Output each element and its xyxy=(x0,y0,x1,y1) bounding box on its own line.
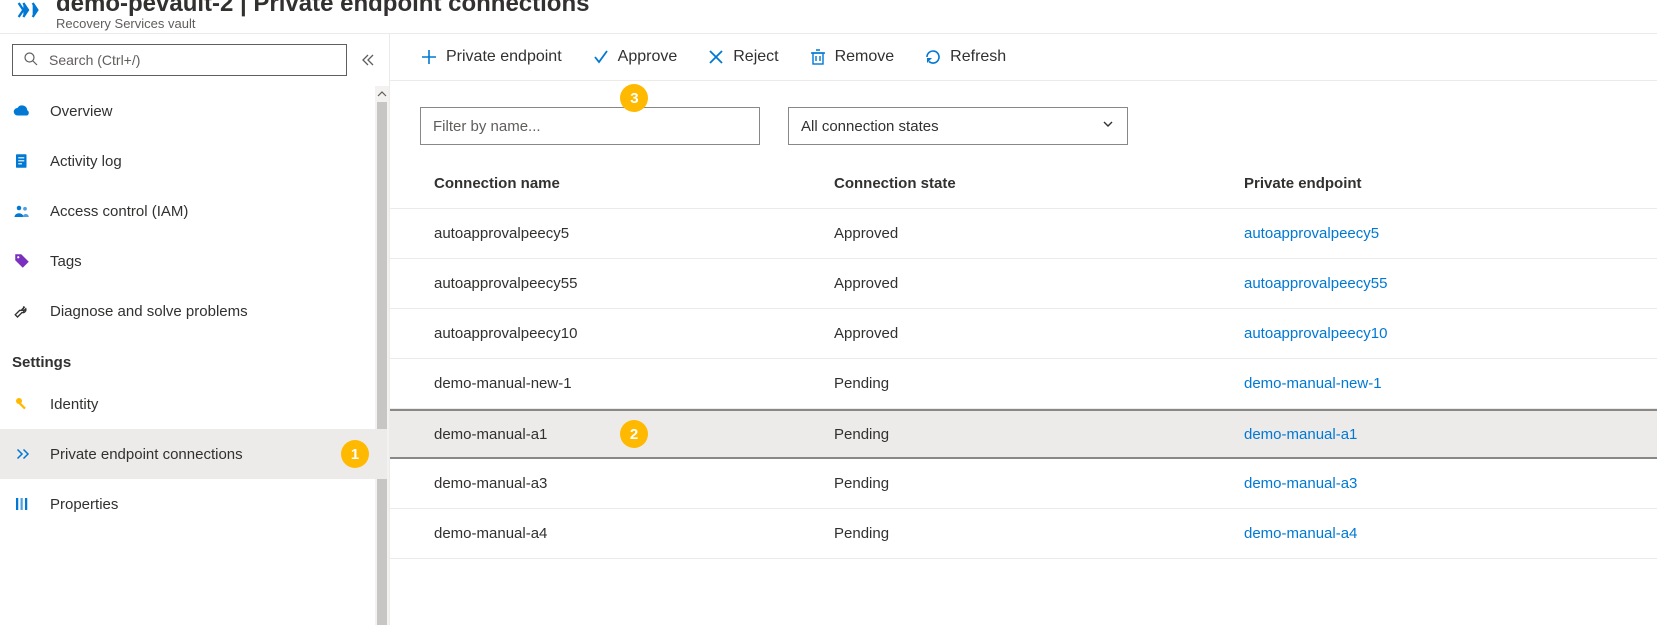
main-pane: Private endpoint Approve 3 Reject Remov xyxy=(390,34,1657,625)
sidebar-item-diagnose[interactable]: Diagnose and solve problems xyxy=(0,286,387,336)
cell-name: autoapprovalpeecy55 xyxy=(434,275,834,292)
toolbar: Private endpoint Approve 3 Reject Remov xyxy=(390,34,1657,81)
connection-state-select[interactable]: All connection states xyxy=(788,107,1128,145)
endpoint-link[interactable]: demo-manual-a1 xyxy=(1244,426,1627,443)
wrench-icon xyxy=(12,301,32,321)
callout-2: 2 xyxy=(620,420,648,448)
sidebar-item-label: Access control (IAM) xyxy=(50,203,188,220)
endpoint-link[interactable]: demo-manual-a4 xyxy=(1244,525,1627,542)
button-label: Approve xyxy=(618,48,678,66)
resource-icon xyxy=(12,0,44,26)
cell-state: Pending xyxy=(834,475,1244,492)
cell-state: Approved xyxy=(834,325,1244,342)
key-icon xyxy=(12,394,32,414)
button-label: Reject xyxy=(733,48,778,66)
log-icon xyxy=(12,151,32,171)
refresh-icon xyxy=(924,48,942,66)
sidebar-item-access-control[interactable]: Access control (IAM) xyxy=(0,186,387,236)
sidebar-item-properties[interactable]: Properties xyxy=(0,479,387,529)
filter-input[interactable] xyxy=(420,107,760,145)
page-subtitle: Recovery Services vault xyxy=(56,16,589,31)
select-value: All connection states xyxy=(801,118,939,135)
search-box[interactable] xyxy=(12,44,347,76)
callout-3: 3 xyxy=(620,84,648,112)
table-row[interactable]: demo-manual-new-1Pendingdemo-manual-new-… xyxy=(390,359,1657,409)
cell-state: Approved xyxy=(834,275,1244,292)
private-endpoint-button[interactable]: Private endpoint xyxy=(420,48,562,66)
sidebar-item-label: Identity xyxy=(50,396,98,413)
search-icon xyxy=(23,51,39,70)
people-icon xyxy=(12,201,32,221)
x-icon xyxy=(707,48,725,66)
tag-icon xyxy=(12,251,32,271)
sidebar: Overview Activity log Access control (IA… xyxy=(0,34,390,625)
sidebar-item-private-endpoint-connections[interactable]: Private endpoint connections 1 xyxy=(0,429,387,479)
trash-icon xyxy=(809,48,827,66)
sidebar-item-label: Diagnose and solve problems xyxy=(50,303,248,320)
cell-name: demo-manual-new-1 xyxy=(434,375,834,392)
search-input[interactable] xyxy=(49,52,336,68)
plus-icon xyxy=(420,48,438,66)
sidebar-item-identity[interactable]: Identity xyxy=(0,379,387,429)
cell-name: autoapprovalpeecy5 xyxy=(434,225,834,242)
approve-button[interactable]: Approve 3 xyxy=(592,48,678,66)
cell-name: autoapprovalpeecy10 xyxy=(434,325,834,342)
sidebar-item-label: Overview xyxy=(50,103,113,120)
cell-state: Pending xyxy=(834,525,1244,542)
button-label: Refresh xyxy=(950,48,1006,66)
sidebar-group-settings: Settings xyxy=(0,336,387,379)
endpoint-link[interactable]: autoapprovalpeecy5 xyxy=(1244,225,1627,242)
connections-table: Connection name Connection state Private… xyxy=(390,159,1657,559)
sidebar-item-label: Private endpoint connections xyxy=(50,446,243,463)
column-header-state[interactable]: Connection state xyxy=(834,175,1244,192)
sidebar-item-label: Tags xyxy=(50,253,82,270)
button-label: Remove xyxy=(835,48,895,66)
properties-icon xyxy=(12,494,32,514)
endpoint-icon xyxy=(12,444,32,464)
sidebar-item-activity-log[interactable]: Activity log xyxy=(0,136,387,186)
endpoint-link[interactable]: autoapprovalpeecy55 xyxy=(1244,275,1627,292)
table-row[interactable]: autoapprovalpeecy10Approvedautoapprovalp… xyxy=(390,309,1657,359)
chevron-down-icon xyxy=(1101,117,1115,135)
cell-state: Approved xyxy=(834,225,1244,242)
table-row[interactable]: demo-manual-a1Pendingdemo-manual-a12 xyxy=(390,409,1657,459)
sidebar-item-overview[interactable]: Overview xyxy=(0,86,387,136)
remove-button[interactable]: Remove xyxy=(809,48,895,66)
table-row[interactable]: autoapprovalpeecy55Approvedautoapprovalp… xyxy=(390,259,1657,309)
cell-name: demo-manual-a3 xyxy=(434,475,834,492)
cell-state: Pending xyxy=(834,426,1244,443)
button-label: Private endpoint xyxy=(446,48,562,66)
callout-1: 1 xyxy=(341,440,369,468)
table-row[interactable]: autoapprovalpeecy5Approvedautoapprovalpe… xyxy=(390,209,1657,259)
sidebar-item-label: Properties xyxy=(50,496,118,513)
collapse-sidebar-button[interactable] xyxy=(357,50,377,70)
reject-button[interactable]: Reject xyxy=(707,48,778,66)
column-header-name[interactable]: Connection name xyxy=(434,175,834,192)
table-row[interactable]: demo-manual-a4Pendingdemo-manual-a4 xyxy=(390,509,1657,559)
table-row[interactable]: demo-manual-a3Pendingdemo-manual-a3 xyxy=(390,459,1657,509)
endpoint-link[interactable]: demo-manual-new-1 xyxy=(1244,375,1627,392)
column-header-endpoint[interactable]: Private endpoint xyxy=(1244,175,1627,192)
endpoint-link[interactable]: demo-manual-a3 xyxy=(1244,475,1627,492)
refresh-button[interactable]: Refresh xyxy=(924,48,1006,66)
cell-state: Pending xyxy=(834,375,1244,392)
check-icon xyxy=(592,48,610,66)
sidebar-item-label: Activity log xyxy=(50,153,122,170)
page-title: demo-pevault-2 | Private endpoint connec… xyxy=(56,0,589,16)
sidebar-item-tags[interactable]: Tags xyxy=(0,236,387,286)
cell-name: demo-manual-a4 xyxy=(434,525,834,542)
endpoint-link[interactable]: autoapprovalpeecy10 xyxy=(1244,325,1627,342)
cloud-icon xyxy=(12,101,32,121)
